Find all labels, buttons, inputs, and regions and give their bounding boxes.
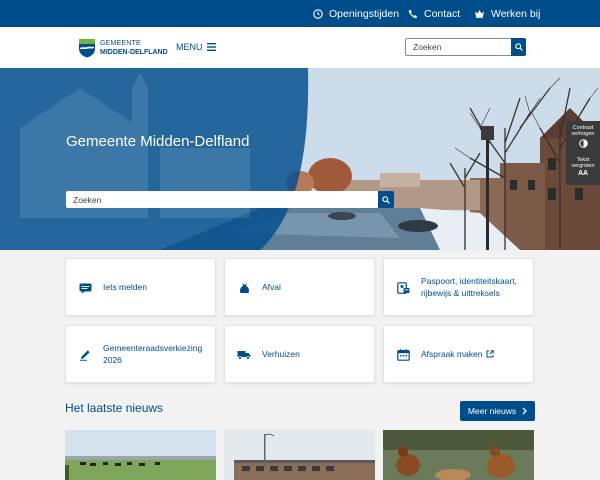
text-size-button[interactable]: Tekst vergroten AA [566, 157, 600, 177]
tile-label: Afspraak maken [421, 326, 529, 382]
contrast-button[interactable]: Contrast verhogen [566, 125, 600, 150]
hero-search-button[interactable] [378, 191, 394, 208]
news-image-1[interactable] [65, 430, 216, 480]
tile-icon-wrap [396, 281, 410, 295]
truck-icon [237, 351, 251, 360]
contrast-icon [578, 139, 588, 148]
hamburger-icon [206, 43, 216, 51]
external-link-icon [486, 350, 495, 358]
trash-bag-icon [239, 283, 249, 293]
phone-icon [408, 9, 418, 18]
hero-search-input[interactable] [66, 191, 378, 208]
openingstijden-label: Openingstijden [329, 7, 400, 20]
tile-label: Verhuizen [262, 348, 300, 359]
news-image-3[interactable] [383, 430, 534, 480]
accessibility-panel: Contrast verhogen Tekst vergroten AA [566, 121, 600, 185]
clock-icon [313, 8, 323, 19]
tile-iets-melden[interactable]: Iets melden [65, 258, 216, 316]
news-photo-building [224, 430, 375, 480]
message-icon [79, 283, 91, 293]
hero-search [66, 191, 394, 208]
calendar-icon [396, 349, 410, 361]
afspraak-label: Afspraak maken [421, 348, 483, 359]
pen-icon [80, 350, 90, 361]
search-icon [382, 195, 390, 204]
news-image-2[interactable] [224, 430, 375, 480]
tile-verhuizen[interactable]: Verhuizen [224, 325, 375, 383]
tile-afval[interactable]: Afval [224, 258, 375, 316]
werken-bij-label: Werken bij [491, 7, 541, 20]
contact-link[interactable]: Contact [408, 0, 460, 27]
crown-icon [475, 10, 484, 18]
news-photo-chickens [383, 430, 534, 480]
search-icon [514, 43, 523, 51]
contact-label: Contact [424, 7, 461, 20]
more-news-label: Meer nieuws [467, 406, 517, 416]
id-card-icon [396, 282, 409, 294]
news-section-title: Het laatste nieuws [65, 401, 164, 415]
logo-line2: MIDDEN-DELFLAND [100, 49, 168, 56]
tile-label: Afval [262, 281, 281, 292]
hero-banner: Gemeente Midden-Delfland Contrast verhog… [0, 68, 600, 250]
news-photo-meadow [65, 430, 216, 480]
top-utility-bar: Openingstijden Contact Werken bij [0, 0, 600, 27]
menu-button[interactable]: MENU [176, 40, 216, 54]
tile-label: Gemeenteraadsverkiezing 2026 [103, 342, 203, 366]
tile-icon-wrap [78, 281, 92, 295]
contrast-label: Contrast verhogen [571, 125, 595, 137]
tile-icon-wrap [237, 348, 251, 362]
hero-title: Gemeente Midden-Delfland [66, 133, 250, 150]
text-size-label: Tekst vergroten [571, 157, 595, 169]
logo-line1: GEMEENTE [100, 40, 141, 47]
tile-label: Iets melden [103, 281, 147, 292]
municipality-shield-icon [79, 39, 95, 58]
text-size-glyph: AA [577, 170, 589, 177]
tile-afspraak-maken[interactable]: Afspraak maken [383, 325, 534, 383]
tile-icon-wrap [396, 348, 410, 362]
tile-gemeenteraadsverkiezing[interactable]: Gemeenteraadsverkiezing 2026 [65, 325, 216, 383]
logo-text: GEMEENTE MIDDEN-DELFLAND [100, 39, 168, 57]
menu-label: MENU [176, 42, 203, 52]
tile-icon-wrap [78, 348, 92, 362]
more-news-button[interactable]: Meer nieuws [460, 401, 535, 421]
werken-bij-link[interactable]: Werken bij [474, 0, 540, 27]
openingstijden-link[interactable]: Openingstijden [313, 0, 399, 27]
hero-photo [0, 68, 600, 250]
tile-icon-wrap [237, 281, 251, 295]
logo[interactable]: GEMEENTE MIDDEN-DELFLAND [78, 37, 170, 59]
tile-paspoort[interactable]: Paspoort, identiteitskaart, rijbewijs & … [383, 258, 534, 316]
header-search-input[interactable] [405, 38, 511, 56]
chevron-right-icon [522, 407, 528, 415]
tile-label: Paspoort, identiteitskaart, rijbewijs & … [421, 275, 517, 299]
site-header: GEMEENTE MIDDEN-DELFLAND MENU [0, 27, 600, 68]
header-search [405, 38, 526, 56]
header-search-button[interactable] [511, 38, 526, 56]
